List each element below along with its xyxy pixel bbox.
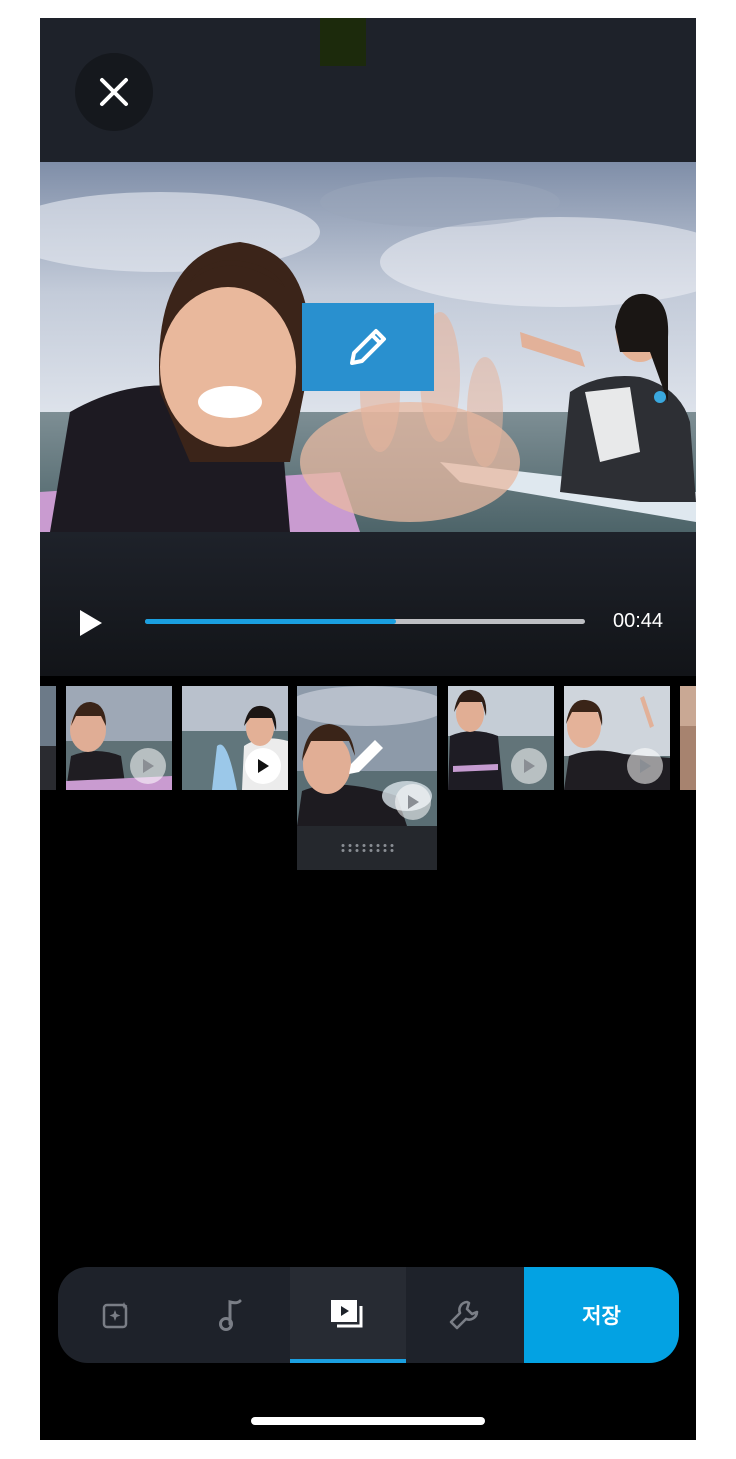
clip-thumbnail[interactable] bbox=[680, 686, 696, 790]
tab-settings[interactable] bbox=[406, 1267, 522, 1363]
home-indicator[interactable] bbox=[251, 1417, 485, 1425]
progress-scrubber[interactable] bbox=[145, 619, 585, 624]
clip-play-button[interactable] bbox=[245, 748, 281, 784]
active-tab-indicator bbox=[290, 1359, 406, 1363]
tab-clips[interactable] bbox=[290, 1267, 406, 1363]
clip-thumbnail[interactable] bbox=[448, 686, 554, 790]
pencil-icon bbox=[350, 329, 386, 365]
play-icon bbox=[408, 795, 419, 809]
clip-thumbnail[interactable] bbox=[182, 686, 288, 790]
sparkle-frame-icon bbox=[102, 1302, 128, 1329]
clip-play-button[interactable] bbox=[130, 748, 166, 784]
grip-dots-icon bbox=[341, 844, 394, 852]
notch-marker bbox=[320, 18, 366, 66]
play-icon bbox=[258, 759, 269, 773]
tab-music[interactable] bbox=[174, 1267, 290, 1363]
clip-thumbnail[interactable] bbox=[564, 686, 670, 790]
bottom-toolbar: 저장 bbox=[58, 1267, 679, 1363]
play-button[interactable] bbox=[74, 606, 108, 640]
top-bar bbox=[40, 18, 696, 162]
close-button[interactable] bbox=[75, 53, 153, 131]
clip-thumbnail[interactable] bbox=[40, 686, 56, 790]
clips-icon bbox=[331, 1300, 363, 1328]
selected-clip-thumbnail[interactable] bbox=[297, 686, 437, 826]
duration-label: 00:44 bbox=[613, 610, 664, 632]
close-icon bbox=[100, 78, 128, 106]
wrench-icon bbox=[449, 1300, 479, 1330]
tab-themes[interactable] bbox=[58, 1267, 174, 1363]
play-icon bbox=[640, 759, 651, 773]
save-button[interactable]: 저장 bbox=[524, 1267, 679, 1363]
play-icon bbox=[143, 759, 154, 773]
edit-clip-button[interactable] bbox=[302, 303, 434, 391]
play-icon bbox=[524, 759, 535, 773]
clip-timeline[interactable] bbox=[40, 686, 696, 886]
progress-fill bbox=[145, 619, 396, 624]
app-screen: 00:44 저장 bbox=[40, 18, 696, 1440]
music-note-icon bbox=[219, 1299, 242, 1331]
pencil-icon bbox=[349, 740, 383, 774]
clip-drag-handle[interactable] bbox=[297, 826, 437, 870]
clip-play-button[interactable] bbox=[627, 748, 663, 784]
clip-thumbnail[interactable] bbox=[66, 686, 172, 790]
clip-play-button[interactable] bbox=[395, 784, 431, 820]
playback-bar: 00:44 bbox=[40, 532, 696, 676]
video-preview[interactable] bbox=[40, 162, 696, 532]
clip-play-button[interactable] bbox=[511, 748, 547, 784]
play-icon bbox=[80, 610, 102, 636]
